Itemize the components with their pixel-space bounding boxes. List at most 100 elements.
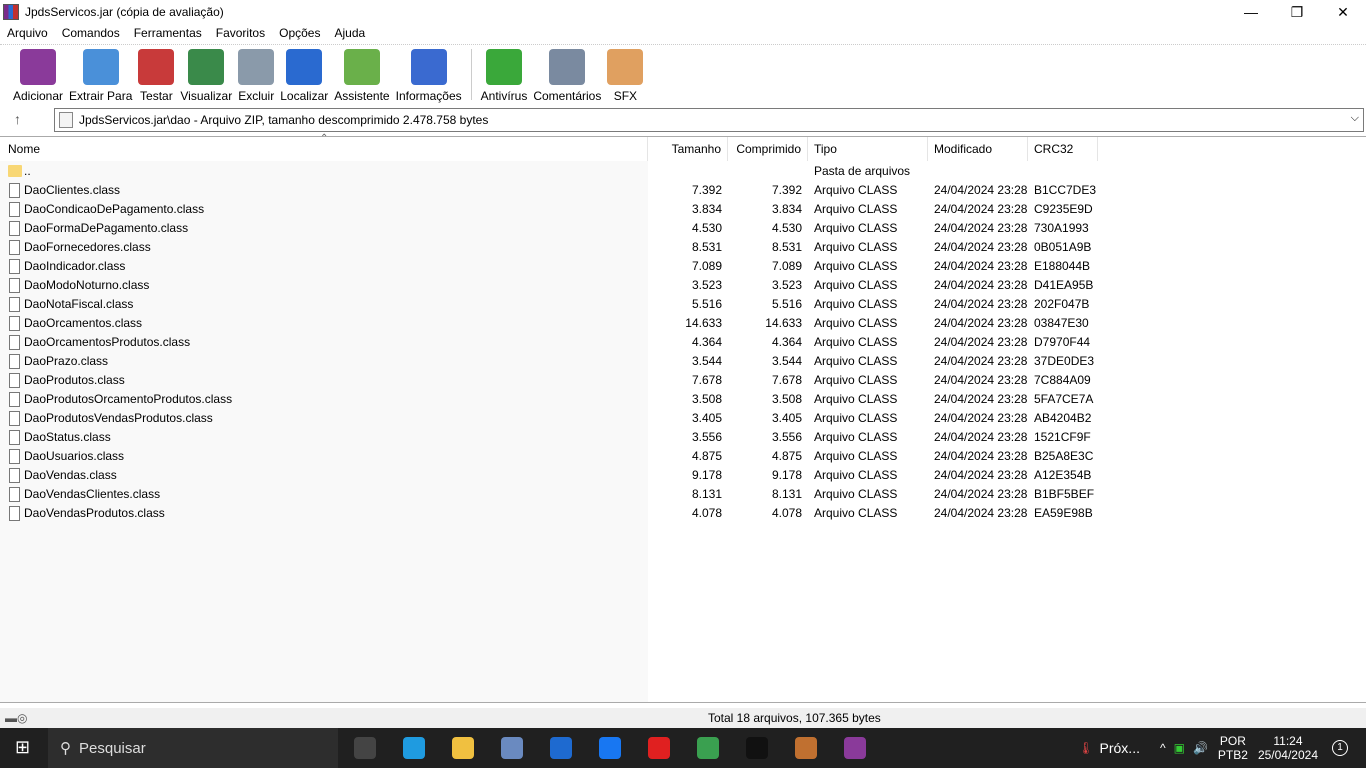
menu-ajuda[interactable]: Ajuda — [334, 24, 365, 42]
file-row[interactable]: DaoProdutosOrcamentoProdutos.class 3.508 3… — [0, 390, 1366, 409]
taskbar-app-winrar[interactable] — [830, 728, 879, 768]
toolbar-comentários-button[interactable]: Comentários — [530, 45, 604, 104]
cell-tipo: Arquivo CLASS — [814, 392, 898, 406]
taskbar-app-app-cube[interactable] — [781, 728, 830, 768]
toolbar-localizar-button[interactable]: Localizar — [277, 45, 331, 104]
toolbar-assistente-button[interactable]: Assistente — [331, 45, 392, 104]
file-row[interactable]: DaoStatus.class 3.556 3.556 Arquivo CLASS 24… — [0, 428, 1366, 447]
menu-opções[interactable]: Opções — [279, 24, 320, 42]
magnifier-icon — [286, 49, 323, 85]
file-row[interactable]: DaoIndicador.class 7.089 7.089 Arquivo CLAS… — [0, 257, 1366, 276]
taskbar-app-youtube[interactable] — [634, 728, 683, 768]
drive-icon: ▬◎ — [5, 711, 28, 725]
cell-comprimido: 3.508 — [771, 392, 802, 406]
file-row[interactable]: DaoProdutos.class 7.678 7.678 Arquivo CLASS… — [0, 371, 1366, 390]
file-row[interactable]: DaoVendasProdutos.class 4.078 4.078 Arquivo… — [0, 504, 1366, 523]
cell-nome: DaoProdutosVendasProdutos.class — [24, 411, 213, 425]
file-icon — [9, 468, 20, 483]
file-row[interactable]: DaoVendas.class 9.178 9.178 Arquivo CLASS 24… — [0, 466, 1366, 485]
file-row[interactable]: DaoUsuarios.class 4.875 4.875 Arquivo CLASS… — [0, 447, 1366, 466]
toolbar-testar-button[interactable]: Testar — [135, 45, 177, 104]
maximize-button[interactable]: ❐ — [1274, 0, 1320, 24]
taskbar-app-terminal[interactable] — [732, 728, 781, 768]
clipboard-check-icon — [138, 49, 175, 85]
cell-tipo: Arquivo CLASS — [814, 373, 898, 387]
cell-modificado: 24/04/2024 23:28 — [934, 354, 1028, 368]
youtube-icon — [647, 737, 670, 759]
menu-arquivo[interactable]: Arquivo — [7, 24, 48, 42]
file-row[interactable]: DaoNotaFiscal.class 5.516 5.516 Arquivo CLA… — [0, 295, 1366, 314]
task-view-icon — [353, 737, 376, 759]
column-header-tamanho[interactable]: Tamanho — [648, 137, 728, 161]
cell-tamanho: 3.523 — [691, 278, 722, 292]
file-row[interactable]: DaoVendasClientes.class 8.131 8.131 Arquivo… — [0, 485, 1366, 504]
taskbar-app-edge[interactable] — [389, 728, 438, 768]
file-row[interactable]: DaoFornecedores.class 8.531 8.531 Arquivo C… — [0, 238, 1366, 257]
toolbar-informações-button[interactable]: Informações — [393, 45, 465, 104]
cell-nome: DaoOrcamentosProdutos.class — [24, 335, 191, 349]
taskbar-app-task-view[interactable] — [340, 728, 389, 768]
toolbar-antivírus-button[interactable]: Antivírus — [478, 45, 531, 104]
weather-text[interactable]: Próx... — [1100, 740, 1140, 756]
menu-bar: Arquivo Comandos Ferramentas Favoritos Opçõe… — [0, 24, 1366, 42]
box-icon — [607, 49, 644, 85]
cell-tamanho: 3.834 — [691, 202, 722, 216]
menu-ferramentas[interactable]: Ferramentas — [134, 24, 202, 42]
file-row[interactable]: DaoOrcamentos.class 14.633 14.633 Arquivo C… — [0, 314, 1366, 333]
toolbar-visualizar-button[interactable]: Visualizar — [177, 45, 235, 104]
taskbar-app-control-panel[interactable] — [487, 728, 536, 768]
winrar-icon — [3, 4, 19, 20]
up-arrow-button[interactable]: ↑ — [14, 111, 21, 127]
toolbar-excluir-button[interactable]: Excluir — [235, 45, 277, 104]
file-row[interactable]: DaoFormaDePagamento.class 4.530 4.530 Arqui… — [0, 219, 1366, 238]
cell-crc32: A12E354B — [1034, 468, 1092, 482]
chevron-up-icon[interactable]: ^ — [1160, 741, 1166, 755]
path-field[interactable]: JpdsServicos.jar\dao - Arquivo ZIP, tama… — [54, 108, 1364, 132]
file-row[interactable]: DaoPrazo.class 3.544 3.544 Arquivo CLASS 24/… — [0, 352, 1366, 371]
column-header-comprimido[interactable]: Comprimido — [728, 137, 808, 161]
taskbar-app-facebook[interactable] — [585, 728, 634, 768]
column-header-nome[interactable]: Nome — [0, 137, 648, 161]
windows-start-icon[interactable]: ⊞ — [15, 737, 30, 758]
language-indicator[interactable]: POR — [1220, 734, 1246, 748]
file-row[interactable]: DaoCondicaoDePagamento.class 3.834 3.834 Ar… — [0, 200, 1366, 219]
shield-bug-icon — [485, 49, 522, 85]
cell-tamanho: 3.405 — [691, 411, 722, 425]
clock-time[interactable]: 11:24 — [1273, 734, 1302, 748]
taskbar-app-chrome[interactable] — [683, 728, 732, 768]
toolbar-extrair-para-button[interactable]: Extrair Para — [66, 45, 135, 104]
cell-tamanho: 8.531 — [691, 240, 722, 254]
cell-modificado: 24/04/2024 23:28 — [934, 468, 1028, 482]
cell-nome: .. — [24, 164, 31, 178]
file-row[interactable]: DaoModoNoturno.class 3.523 3.523 Arquivo CL… — [0, 276, 1366, 295]
menu-favoritos[interactable]: Favoritos — [216, 24, 265, 42]
search-placeholder: Pesquisar — [79, 739, 146, 757]
chevron-down-icon[interactable]: ⌵ — [1351, 112, 1359, 125]
toolbar-adicionar-button[interactable]: Adicionar — [10, 45, 66, 104]
cell-comprimido: 3.556 — [771, 430, 802, 444]
file-row[interactable]: DaoProdutosVendasProdutos.class 3.405 3.40… — [0, 409, 1366, 428]
taskbar-search[interactable]: ⚲ Pesquisar — [48, 728, 338, 768]
file-row[interactable]: DaoClientes.class 7.392 7.392 Arquivo CLASS… — [0, 181, 1366, 200]
volume-icon[interactable]: 🔊 — [1193, 741, 1208, 755]
keyboard-layout[interactable]: PTB2 — [1218, 748, 1248, 762]
clock-date[interactable]: 25/04/2024 — [1258, 748, 1318, 762]
cell-nome: DaoPrazo.class — [24, 354, 109, 368]
file-row[interactable]: DaoOrcamentosProdutos.class 4.364 4.364 Arq… — [0, 333, 1366, 352]
app-cube-icon — [794, 737, 817, 759]
cell-comprimido: 3.405 — [771, 411, 802, 425]
column-header-tipo[interactable]: Tipo — [808, 137, 928, 161]
toolbar-sfx-button[interactable]: SFX — [604, 45, 646, 104]
column-header-modificado[interactable]: Modificado — [928, 137, 1028, 161]
parent-folder-row[interactable]: .. Pasta de arquivos — [0, 162, 1366, 181]
taskbar-app-file-explorer[interactable] — [438, 728, 487, 768]
minimize-button[interactable]: — — [1228, 0, 1274, 24]
cell-tipo: Arquivo CLASS — [814, 411, 898, 425]
taskbar-app-app-blue[interactable] — [536, 728, 585, 768]
toolbar-separator — [470, 49, 472, 100]
menu-comandos[interactable]: Comandos — [62, 24, 120, 42]
notification-button[interactable]: 1 — [1332, 740, 1348, 756]
tray-app-icon[interactable]: ▣ — [1174, 741, 1185, 755]
close-button[interactable]: ✕ — [1320, 0, 1366, 24]
column-header-crc32[interactable]: CRC32 — [1028, 137, 1098, 161]
